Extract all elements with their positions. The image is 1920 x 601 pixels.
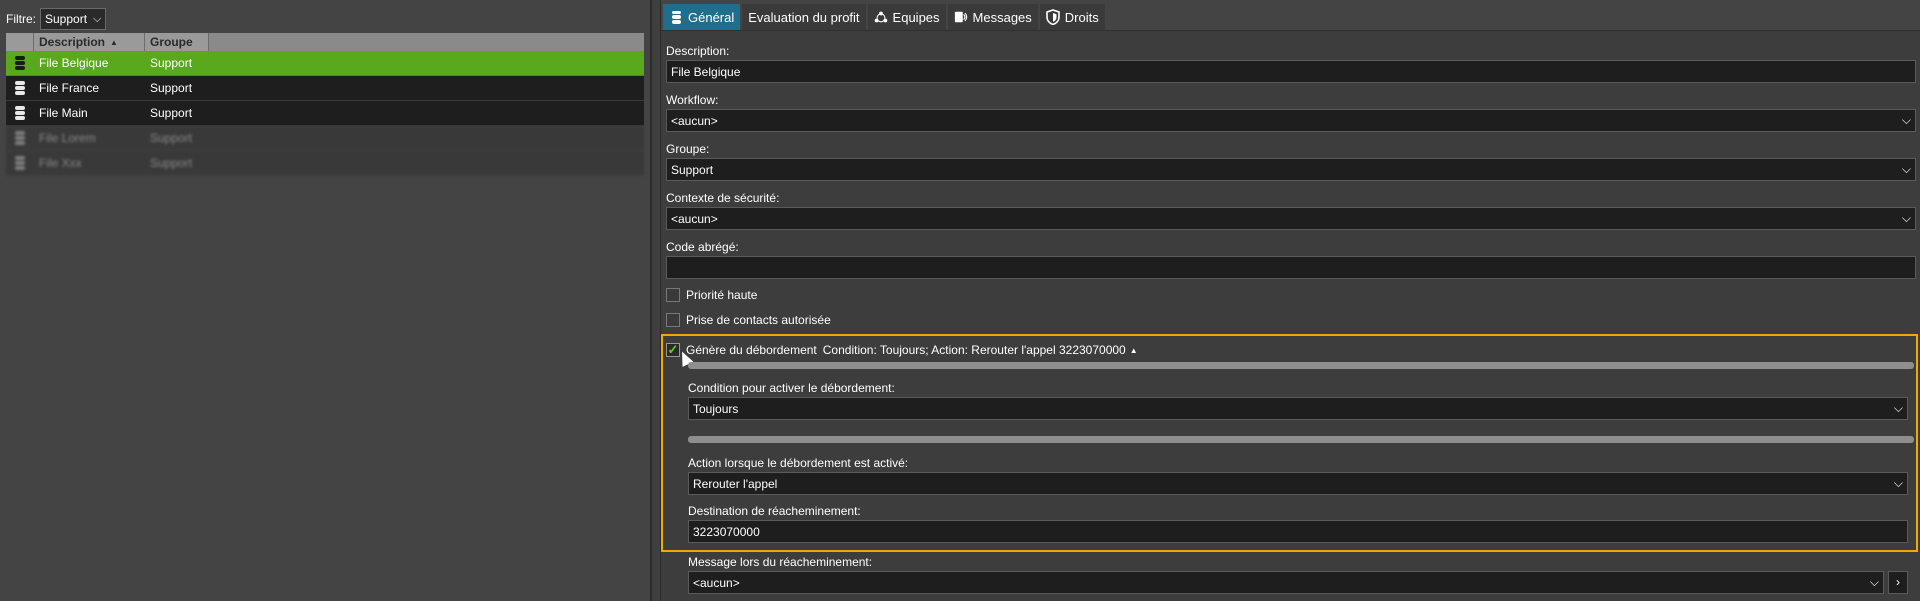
chevron-down-icon: ⌵ [1869, 575, 1879, 589]
destination-label: Destination de réacheminement: [688, 504, 861, 518]
workflow-select[interactable]: <aucun> ⌵ [666, 109, 1916, 132]
condition-block: Condition pour activer le débordement: T… [688, 381, 1908, 420]
tab-bar: Général Evaluation du profit Equipes Mes… [661, 0, 1920, 31]
high-priority-row[interactable]: Priorité haute [666, 285, 1916, 305]
overflow-summary[interactable]: Condition: Toujours; Action: Rerouter l'… [823, 343, 1126, 357]
column-header-group[interactable]: Groupe [145, 33, 209, 51]
filter-select[interactable]: Support ⌵ [40, 8, 107, 30]
condition-separator [688, 362, 1914, 369]
high-priority-checkbox[interactable] [666, 288, 680, 302]
cell-group: Support [150, 56, 193, 70]
cell-description: File Lorem [39, 131, 96, 145]
database-icon [6, 56, 34, 70]
overflow-row[interactable]: ✓ Génère du débordement Condition: Toujo… [666, 340, 1138, 360]
short-code-field[interactable] [666, 256, 1916, 279]
chevron-right-button[interactable]: › [1888, 570, 1908, 594]
cell-description: File Xxx [39, 156, 82, 170]
cell-group: Support [150, 131, 193, 145]
chevron-down-icon: ⌵ [93, 12, 102, 25]
team-icon [874, 10, 888, 24]
filter-bar: Filtre: Support ⌵ [6, 8, 107, 30]
workflow-label: Workflow: [666, 93, 719, 107]
tab-profit-evaluation[interactable]: Evaluation du profit [742, 4, 866, 30]
cell-description: File Belgique [39, 56, 109, 70]
tab-teams[interactable]: Equipes [867, 4, 946, 30]
table-row[interactable]: File Xxx Support [6, 151, 644, 176]
destination-block: Destination de réacheminement: 322307000… [688, 504, 1908, 543]
grid-header: Description ▲ Groupe [6, 33, 644, 51]
column-header-filler [209, 33, 644, 51]
general-form: Description: File Belgique Workflow: <au… [666, 44, 1916, 335]
tab-general[interactable]: Général [663, 4, 741, 30]
queue-grid: Description ▲ Groupe File Belgique Suppo… [6, 33, 644, 176]
action-separator [688, 436, 1914, 443]
action-label: Action lorsque le débordement est activé… [688, 456, 909, 470]
database-icon [669, 10, 683, 24]
description-field[interactable]: File Belgique [666, 60, 1916, 83]
tab-rights[interactable]: Droits [1039, 4, 1105, 30]
security-context-select[interactable]: <aucun> ⌵ [666, 207, 1916, 230]
database-icon [6, 81, 34, 95]
message-block: Message lors du réacheminement: <aucun> ⌵… [688, 555, 1908, 594]
queue-list-pane: Filtre: Support ⌵ Description ▲ Groupe F… [0, 0, 652, 601]
chevron-right-icon: › [1896, 575, 1900, 589]
table-row[interactable]: File Belgique Support [6, 51, 644, 76]
filter-label: Filtre: [6, 12, 36, 26]
action-block: Action lorsque le débordement est activé… [688, 456, 1908, 495]
cell-description: File France [39, 81, 100, 95]
overflow-label: Génère du débordement [686, 343, 817, 357]
table-row[interactable]: File France Support [6, 76, 644, 101]
filter-value: Support [45, 12, 88, 26]
chevron-down-icon: ⌵ [1893, 401, 1903, 415]
contacts-allowed-checkbox[interactable] [666, 313, 680, 327]
shield-icon [1045, 9, 1060, 25]
messages-icon [954, 10, 968, 24]
cell-group: Support [150, 106, 193, 120]
column-header-description[interactable]: Description ▲ [34, 33, 145, 51]
database-icon [6, 156, 34, 170]
chevron-down-icon: ⌵ [1901, 211, 1911, 225]
cell-group: Support [150, 81, 193, 95]
collapse-icon[interactable]: ▲ [1130, 346, 1138, 355]
condition-label: Condition pour activer le débordement: [688, 381, 895, 395]
database-icon [6, 131, 34, 145]
group-select[interactable]: Support ⌵ [666, 158, 1916, 181]
short-code-label: Code abrégé: [666, 240, 739, 254]
contacts-allowed-label: Prise de contacts autorisée [686, 313, 831, 327]
table-row[interactable]: File Lorem Support [6, 126, 644, 151]
cell-group: Support [150, 156, 193, 170]
database-icon [6, 106, 34, 120]
chevron-down-icon: ⌵ [1901, 162, 1911, 176]
table-row[interactable]: File Main Support [6, 101, 644, 126]
sort-ascending-icon: ▲ [110, 37, 118, 47]
message-select[interactable]: <aucun> ⌵ [688, 571, 1884, 594]
high-priority-label: Priorité haute [686, 288, 758, 302]
tab-messages[interactable]: Messages [947, 4, 1038, 30]
description-label: Description: [666, 44, 730, 58]
action-select[interactable]: Rerouter l'appel ⌵ [688, 472, 1908, 495]
chevron-down-icon: ⌵ [1901, 113, 1911, 127]
column-header-icon[interactable] [6, 33, 34, 51]
group-label: Groupe: [666, 142, 710, 156]
message-label: Message lors du réacheminement: [688, 555, 873, 569]
chevron-down-icon: ⌵ [1893, 476, 1903, 490]
security-context-label: Contexte de sécurité: [666, 191, 780, 205]
condition-select[interactable]: Toujours ⌵ [688, 397, 1908, 420]
cell-description: File Main [39, 106, 88, 120]
destination-field[interactable]: 3223070000 [688, 520, 1908, 543]
contacts-allowed-row[interactable]: Prise de contacts autorisée [666, 310, 1916, 330]
